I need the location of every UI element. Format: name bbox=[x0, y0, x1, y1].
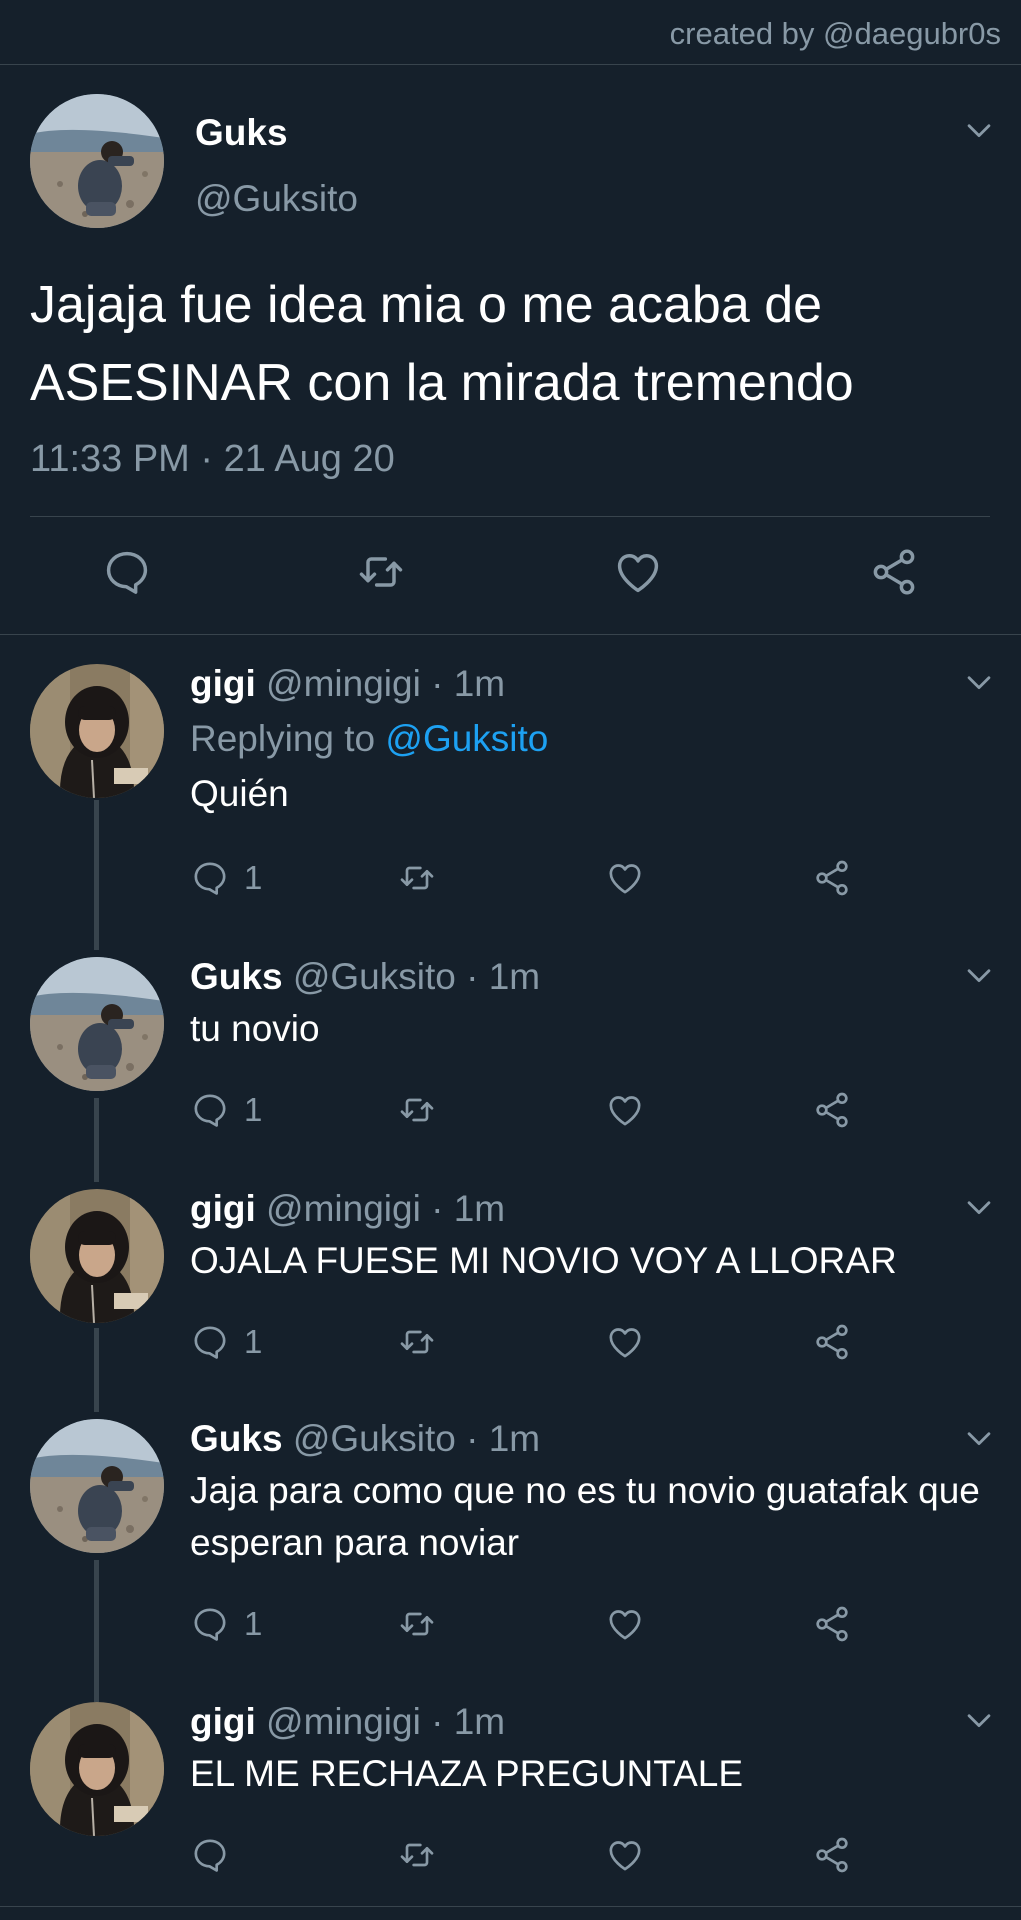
avatar[interactable] bbox=[30, 1189, 164, 1323]
thread-line bbox=[94, 1560, 99, 1702]
avatar[interactable] bbox=[30, 1419, 164, 1553]
retweet-icon[interactable] bbox=[397, 1088, 437, 1132]
tweet-text: Jaja para como que no es tu novio guataf… bbox=[190, 1470, 980, 1563]
reply-count: 1 bbox=[244, 1605, 263, 1642]
retweet-icon[interactable] bbox=[397, 856, 437, 900]
author-name[interactable]: gigi bbox=[190, 663, 256, 704]
reply-header: gigi @mingigi · 1m bbox=[190, 1696, 1001, 1748]
author-name[interactable]: Guks bbox=[195, 112, 288, 154]
author-handle[interactable]: @Guksito bbox=[293, 956, 456, 997]
replying-label: Replying to bbox=[190, 718, 376, 759]
author-handle[interactable]: @Guksito bbox=[195, 178, 358, 220]
reply-icon[interactable] bbox=[101, 546, 153, 598]
share-icon[interactable] bbox=[812, 1088, 852, 1132]
avatar[interactable] bbox=[30, 94, 164, 228]
share-icon[interactable] bbox=[812, 1833, 852, 1877]
author-name[interactable]: Guks bbox=[190, 956, 283, 997]
share-icon[interactable] bbox=[868, 546, 920, 598]
tweet-text: OJALA FUESE MI NOVIO VOY A LLORAR bbox=[190, 1240, 897, 1281]
reply-time: · 1m bbox=[431, 1188, 506, 1229]
author-handle[interactable]: @Guksito bbox=[293, 1418, 456, 1459]
divider bbox=[0, 64, 1021, 65]
tweet-text: Quién bbox=[190, 773, 289, 814]
divider bbox=[0, 1906, 1021, 1907]
reply-button[interactable]: 1 bbox=[190, 1088, 262, 1132]
author-handle[interactable]: @mingigi bbox=[266, 663, 421, 704]
reply-time: · 1m bbox=[466, 956, 541, 997]
share-icon[interactable] bbox=[812, 1320, 852, 1364]
tweet-timestamp[interactable]: 11:33 PM · 21 Aug 20 bbox=[30, 438, 395, 481]
avatar[interactable] bbox=[30, 1702, 164, 1836]
like-icon[interactable] bbox=[605, 856, 645, 900]
like-icon[interactable] bbox=[605, 1088, 645, 1132]
reply-header: gigi @mingigi · 1m bbox=[190, 658, 1001, 710]
mention-link[interactable]: @Guksito bbox=[385, 718, 548, 759]
reply-count: 1 bbox=[244, 859, 263, 896]
like-icon[interactable] bbox=[605, 1602, 645, 1646]
reply-count: 1 bbox=[244, 1323, 263, 1360]
tweet-text: EL ME RECHAZA PREGUNTALE bbox=[190, 1753, 744, 1794]
thread-line bbox=[94, 1098, 99, 1182]
author-handle[interactable]: @mingigi bbox=[266, 1701, 421, 1742]
divider bbox=[30, 516, 990, 517]
like-icon[interactable] bbox=[605, 1320, 645, 1364]
reply-icon bbox=[190, 1322, 230, 1362]
reply-header: gigi @mingigi · 1m bbox=[190, 1183, 1001, 1235]
reply-button[interactable]: 1 bbox=[190, 1602, 262, 1646]
reply-button[interactable] bbox=[190, 1833, 244, 1877]
avatar[interactable] bbox=[30, 957, 164, 1091]
retweet-icon[interactable] bbox=[397, 1602, 437, 1646]
gigi-avatar-image bbox=[30, 664, 164, 798]
author-name[interactable]: gigi bbox=[190, 1188, 256, 1229]
reply-count: 1 bbox=[244, 1091, 263, 1128]
reply-icon bbox=[190, 1835, 230, 1875]
tweet-text: tu novio bbox=[190, 1008, 320, 1049]
guks-avatar-image bbox=[30, 1419, 164, 1553]
like-icon[interactable] bbox=[605, 1833, 645, 1877]
thread-line bbox=[94, 800, 99, 950]
reply-button[interactable]: 1 bbox=[190, 1320, 262, 1364]
reply-icon bbox=[190, 1604, 230, 1644]
reply-time: · 1m bbox=[431, 663, 506, 704]
author-handle[interactable]: @mingigi bbox=[266, 1188, 421, 1229]
thread-line bbox=[94, 1328, 99, 1412]
reply-button[interactable]: 1 bbox=[190, 856, 262, 900]
gigi-avatar-image bbox=[30, 1702, 164, 1836]
reply-icon bbox=[190, 858, 230, 898]
author-name[interactable]: Guks bbox=[190, 1418, 283, 1459]
share-icon[interactable] bbox=[812, 1602, 852, 1646]
reply-header: Guks @Guksito · 1m bbox=[190, 951, 1001, 1003]
reply-time: · 1m bbox=[466, 1418, 541, 1459]
author-name[interactable]: gigi bbox=[190, 1701, 256, 1742]
share-icon[interactable] bbox=[812, 856, 852, 900]
guks-avatar-image bbox=[30, 94, 164, 228]
replying-to: Replying to @Guksito bbox=[190, 710, 1001, 768]
like-icon[interactable] bbox=[612, 546, 664, 598]
reply-time: · 1m bbox=[431, 1701, 506, 1742]
retweet-icon[interactable] bbox=[397, 1833, 437, 1877]
divider bbox=[0, 634, 1021, 635]
reply-header: Guks @Guksito · 1m bbox=[190, 1413, 1001, 1465]
guks-avatar-image bbox=[30, 957, 164, 1091]
tweet-text: Jajaja fue idea mia o me acaba de ASESIN… bbox=[30, 276, 854, 412]
retweet-icon[interactable] bbox=[355, 546, 407, 598]
chevron-down-icon[interactable] bbox=[962, 113, 996, 147]
retweet-icon[interactable] bbox=[397, 1320, 437, 1364]
gigi-avatar-image bbox=[30, 1189, 164, 1323]
avatar[interactable] bbox=[30, 664, 164, 798]
reply-icon bbox=[190, 1090, 230, 1130]
credit-watermark: created by @daegubr0s bbox=[669, 16, 1001, 51]
